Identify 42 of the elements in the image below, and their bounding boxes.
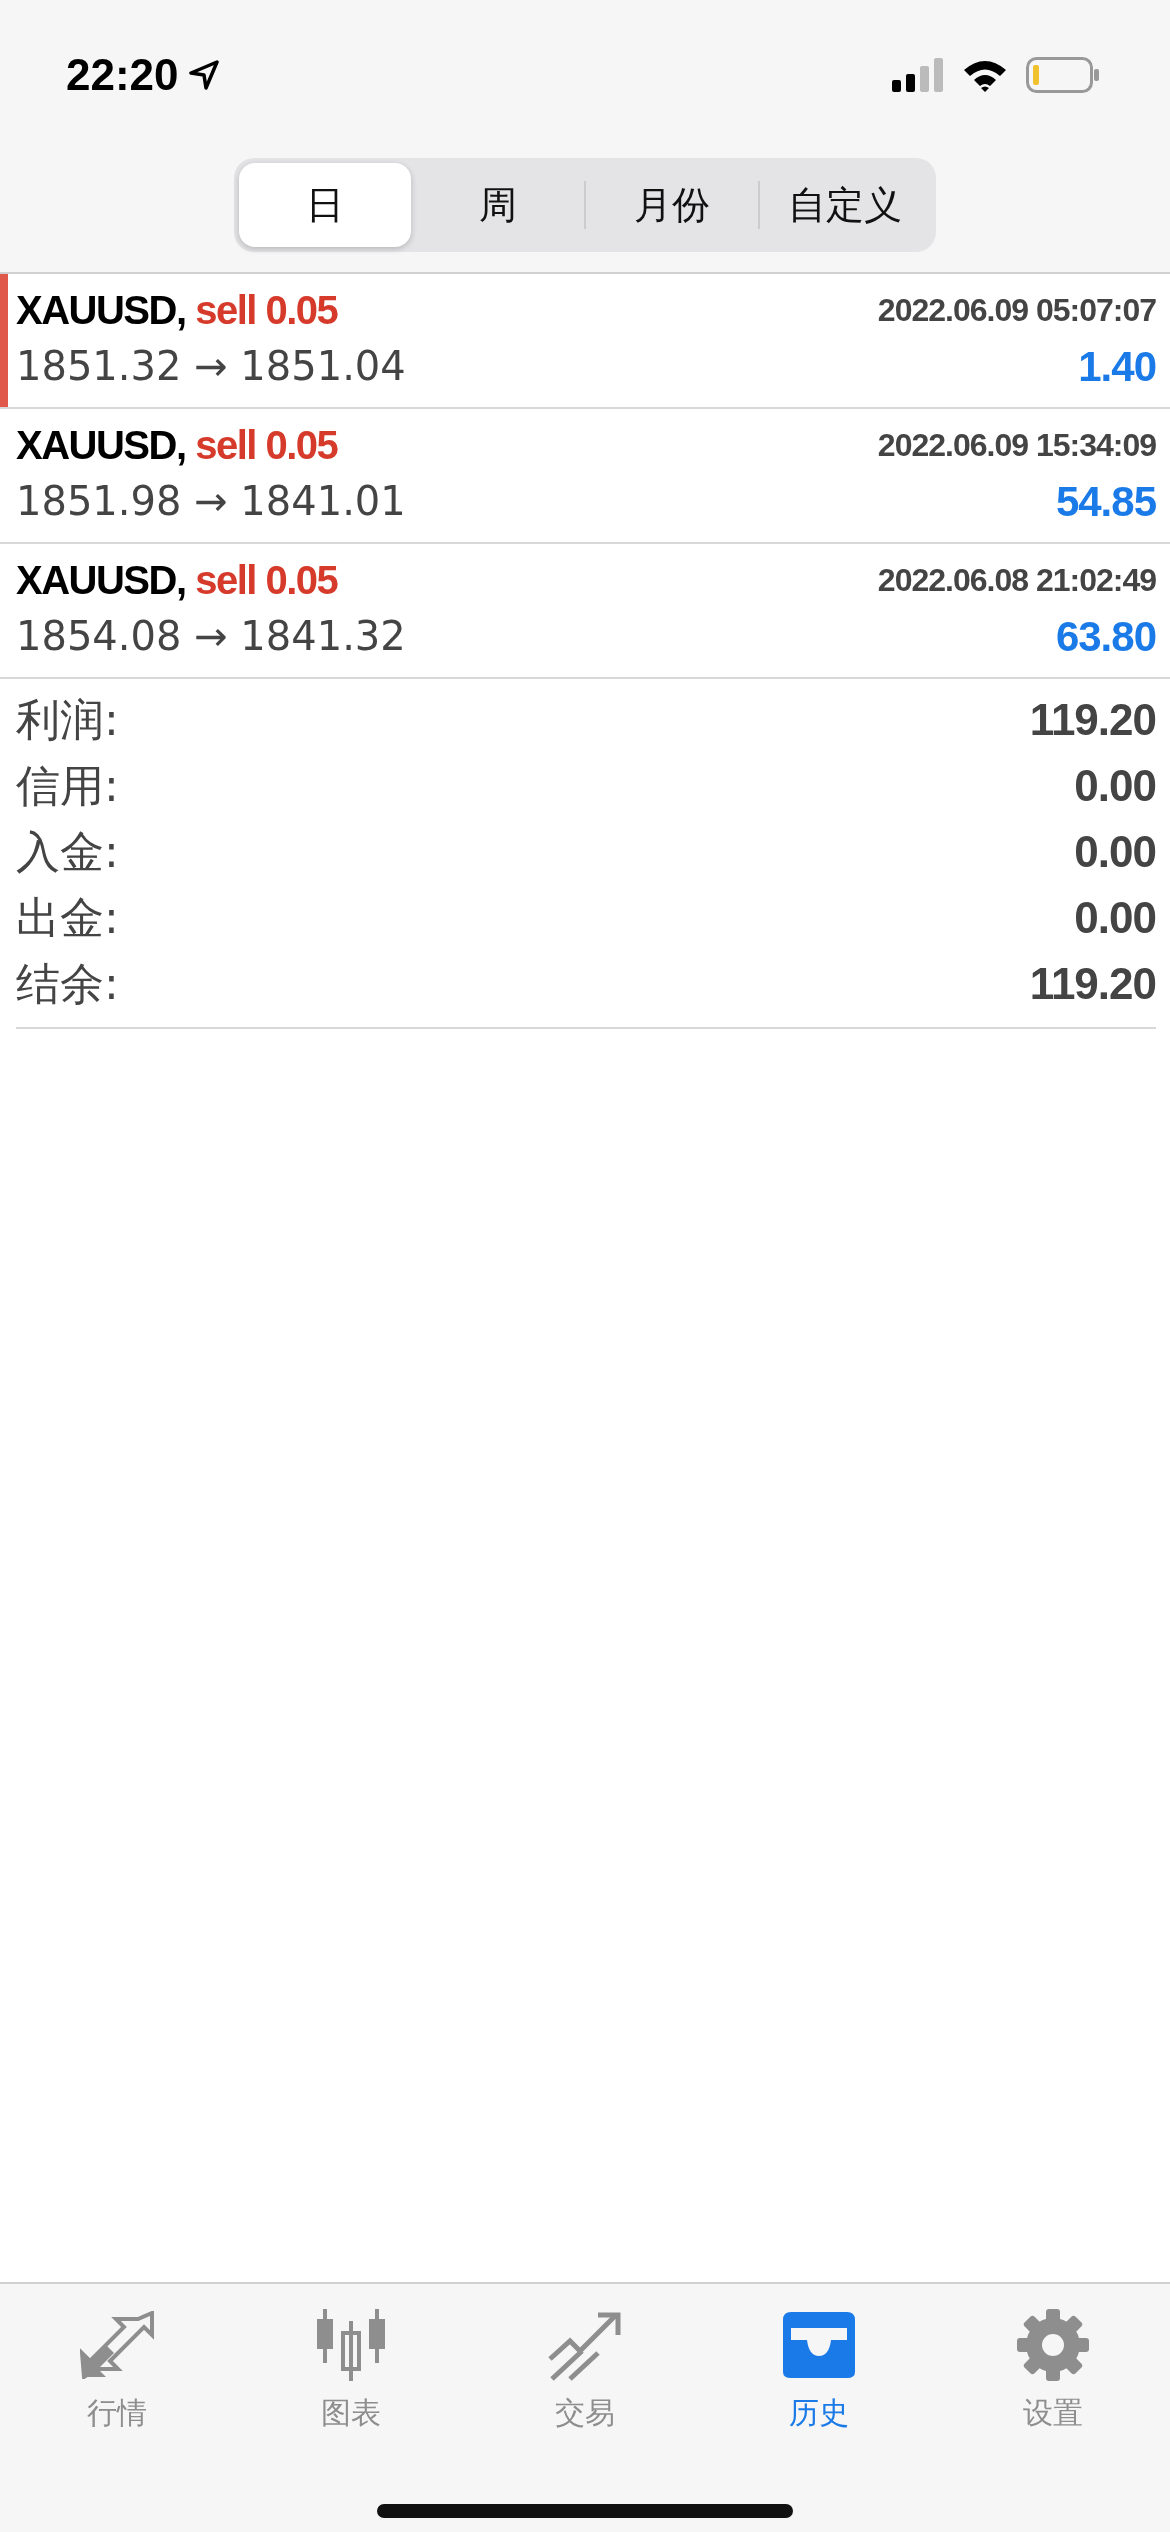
summary-value: 119.20 xyxy=(1029,959,1156,1009)
trade-prices: 1851.98 → 1841.01 xyxy=(16,478,407,526)
inbox-icon xyxy=(781,2310,857,2380)
summary-label: 利润: xyxy=(16,692,119,747)
trade-profit: 1.40 xyxy=(1078,343,1156,391)
summary-label: 结余: xyxy=(16,956,119,1011)
trade-prices: 1851.32 → 1851.04 xyxy=(16,343,407,391)
signal-icon xyxy=(892,58,944,92)
summary-label: 信用: xyxy=(16,758,119,813)
trade-side: sell 0.05 xyxy=(195,423,338,467)
trade-time: 2022.06.09 15:34:09 xyxy=(877,427,1156,464)
status-time: 22:20 xyxy=(66,50,179,100)
tab-bar-item[interactable]: 历史 xyxy=(719,2302,919,2435)
trade-side: sell 0.05 xyxy=(195,558,338,602)
trade-time: 2022.06.09 05:07:07 xyxy=(877,292,1156,329)
battery-icon xyxy=(1026,57,1100,93)
period-tab[interactable]: 月份 xyxy=(586,163,758,247)
summary-label: 出金: xyxy=(16,890,119,945)
tab-bar-item[interactable]: 行情 xyxy=(17,2302,217,2435)
tab-bar-item[interactable]: 图表 xyxy=(251,2302,451,2435)
summary-value: 119.20 xyxy=(1029,695,1156,745)
trade-side: sell 0.05 xyxy=(195,288,338,332)
trade-time: 2022.06.08 21:02:49 xyxy=(877,562,1156,599)
arrows-icon xyxy=(80,2311,154,2379)
location-arrow-icon xyxy=(188,60,219,90)
tab-bar-item[interactable]: 交易 xyxy=(485,2302,685,2435)
summary-value: 0.00 xyxy=(1074,893,1156,943)
trade-profit: 54.85 xyxy=(1055,478,1156,526)
period-tab[interactable]: 自定义 xyxy=(759,163,931,247)
wifi-icon xyxy=(962,58,1008,92)
trade-prices: 1854.08 → 1841.32 xyxy=(16,613,407,661)
period-tab[interactable]: 日 xyxy=(239,163,411,247)
trade-symbol: XAUUSD, xyxy=(16,288,186,332)
tab-bar-item[interactable]: 设置 xyxy=(953,2302,1153,2435)
trade-symbol: XAUUSD, xyxy=(16,558,186,602)
trade-symbol: XAUUSD, xyxy=(16,423,186,467)
trade-profit: 63.80 xyxy=(1055,613,1156,661)
summary-label: 入金: xyxy=(16,824,119,879)
settings-icon xyxy=(1016,2308,1090,2382)
summary-value: 0.00 xyxy=(1074,827,1156,877)
summary-value: 0.00 xyxy=(1074,761,1156,811)
period-tab[interactable]: 周 xyxy=(412,163,584,247)
